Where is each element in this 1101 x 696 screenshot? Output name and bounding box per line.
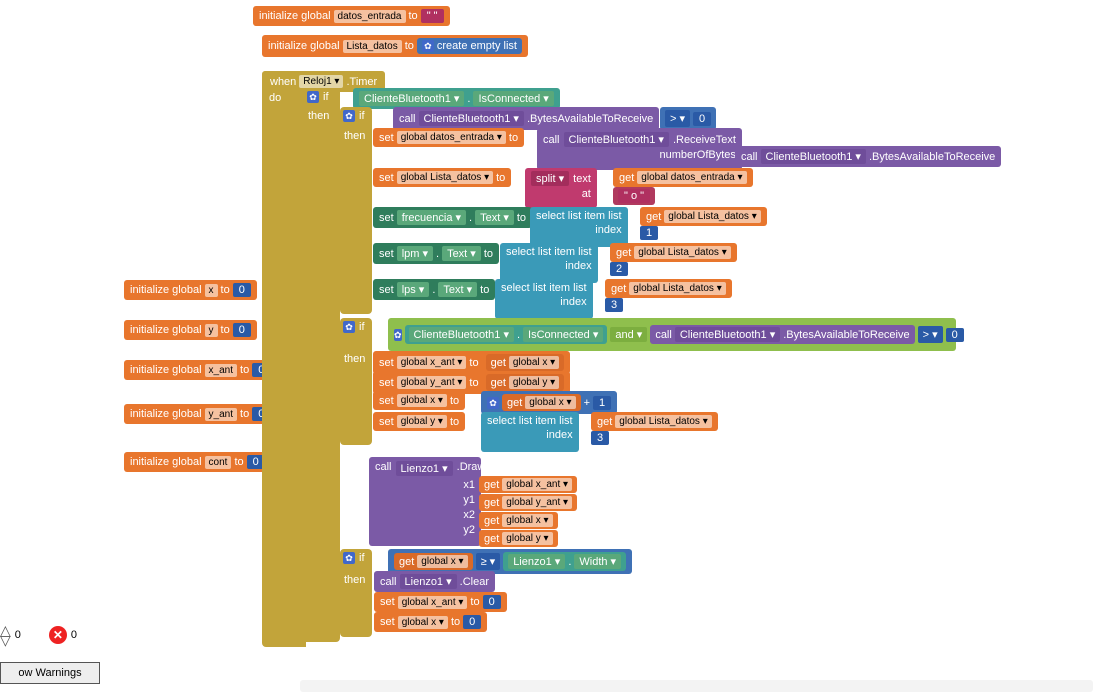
get-lista2[interactable]: getglobal Lista_datos ▾ [610,243,737,262]
call-clear[interactable]: call Lienzo1 ▾ .Clear [374,571,495,592]
sel-y[interactable]: select list item list index [481,412,579,452]
x2v[interactable]: get global x ▾ [479,512,558,529]
init-datos-entrada[interactable]: initialize global datos_entrada to " " [253,6,450,26]
idx3: 3 [605,298,623,312]
y1v[interactable]: get global y_ant ▾ [479,494,577,511]
x1v[interactable]: get global x_ant ▾ [479,476,577,493]
init-lista-datos[interactable]: initialize global Lista_datos to ✿ creat… [262,35,528,57]
cond-isconnected[interactable]: ClienteBluetooth1 ▾ . IsConnected ▾ [353,88,560,109]
recv-text[interactable]: call ClienteBluetooth1 ▾ .ReceiveText nu… [537,128,742,170]
if-gear[interactable]: ✿ [307,91,319,103]
reset-x[interactable]: setglobal x ▾to 0 [374,612,487,632]
set-y[interactable]: setglobal y ▾to [373,412,465,431]
set-frec[interactable]: set frecuencia ▾ . Text ▾ to [373,207,532,228]
and-row[interactable]: ✿ ClienteBluetooth1 ▾.IsConnected ▾ and … [388,318,956,351]
set-lpm[interactable]: set lpm ▾ . Text ▾ to [373,243,499,264]
set-lista[interactable]: set global Lista_datos ▾ to [373,168,511,187]
then-lbl: then [308,110,329,122]
bytes-call[interactable]: call ClienteBluetooth1 ▾ .BytesAvailable… [735,146,1001,167]
y2v[interactable]: get global y ▾ [479,530,558,547]
get-ldy[interactable]: getglobal Lista_datos ▾ [591,412,718,431]
gear-icon: ✿ [422,40,434,52]
do-spine [262,71,306,647]
sel1[interactable]: select list item list index [530,207,628,247]
inner-if2-spine [340,318,372,445]
gt[interactable]: > ▾ 0 [660,107,716,130]
lbl: initialize global [268,40,340,52]
plus[interactable]: ✿ get global x ▾ + 1 [481,391,617,414]
gear-icon: ✿ [394,329,402,341]
reset-xant[interactable]: setglobal x_ant ▾to 0 [374,592,507,612]
if-lbl: if [323,91,329,103]
init-x[interactable]: initialize global x to 0 [124,280,257,300]
empty-list[interactable]: ✿ create empty list [417,38,522,54]
lbl: create empty list [437,40,517,52]
warning-count: 0 [15,629,21,641]
set-lps[interactable]: set lps ▾ . Text ▾ to [373,279,495,300]
init-x-ant[interactable]: initialize global x_ant to 0 [124,360,276,380]
set-datos[interactable]: set global datos_entrada ▾ to [373,128,524,147]
str: " " [421,9,444,23]
and-left: ClienteBluetooth1 ▾.IsConnected ▾ [405,325,608,344]
var[interactable]: Lista_datos [343,40,402,53]
show-warnings-button[interactable]: ow Warnings [0,662,100,684]
bottom-controls: △▽ 0 ✕ 0 ow Warnings [0,626,100,684]
if-spine [302,88,340,642]
idx2: 2 [610,262,628,276]
init-cont[interactable]: initialize global cont to 0 [124,452,271,472]
do-label: do [269,92,281,104]
var[interactable]: datos_entrada [334,10,406,23]
sel3[interactable]: select list item list index [495,279,593,319]
horizontal-scrollbar[interactable] [300,680,1093,692]
error-count: 0 [71,629,77,641]
inner-if-gear[interactable]: ✿ [343,110,355,122]
get-lista1[interactable]: getglobal Lista_datos ▾ [640,207,767,226]
lbl: initialize global [259,10,331,22]
sep: " o " [613,187,655,205]
init-y-ant[interactable]: initialize global y_ant to 0 [124,404,276,424]
init-y[interactable]: initialize global y to 0 [124,320,257,340]
idx1: 1 [640,226,658,240]
drawline[interactable]: call Lienzo1 ▾ .DrawLine x1 y1 x2 y2 [369,457,481,546]
cond-bytes[interactable]: call ClienteBluetooth1 ▾ .BytesAvailable… [393,107,659,130]
get-lista3[interactable]: getglobal Lista_datos ▾ [605,279,732,298]
sel2[interactable]: select list item list index [500,243,598,283]
warning-triangles-icon[interactable]: △▽ [0,626,11,644]
error-icon[interactable]: ✕ [49,626,67,644]
get-datos[interactable]: get global datos_entrada ▾ [613,168,753,187]
split-block[interactable]: split ▾ text at [525,168,597,208]
and-right: call ClienteBluetooth1 ▾ .BytesAvailable… [650,325,914,344]
to: to [405,40,414,52]
to: to [409,10,418,22]
set-x[interactable]: setglobal x ▾to [373,391,465,410]
